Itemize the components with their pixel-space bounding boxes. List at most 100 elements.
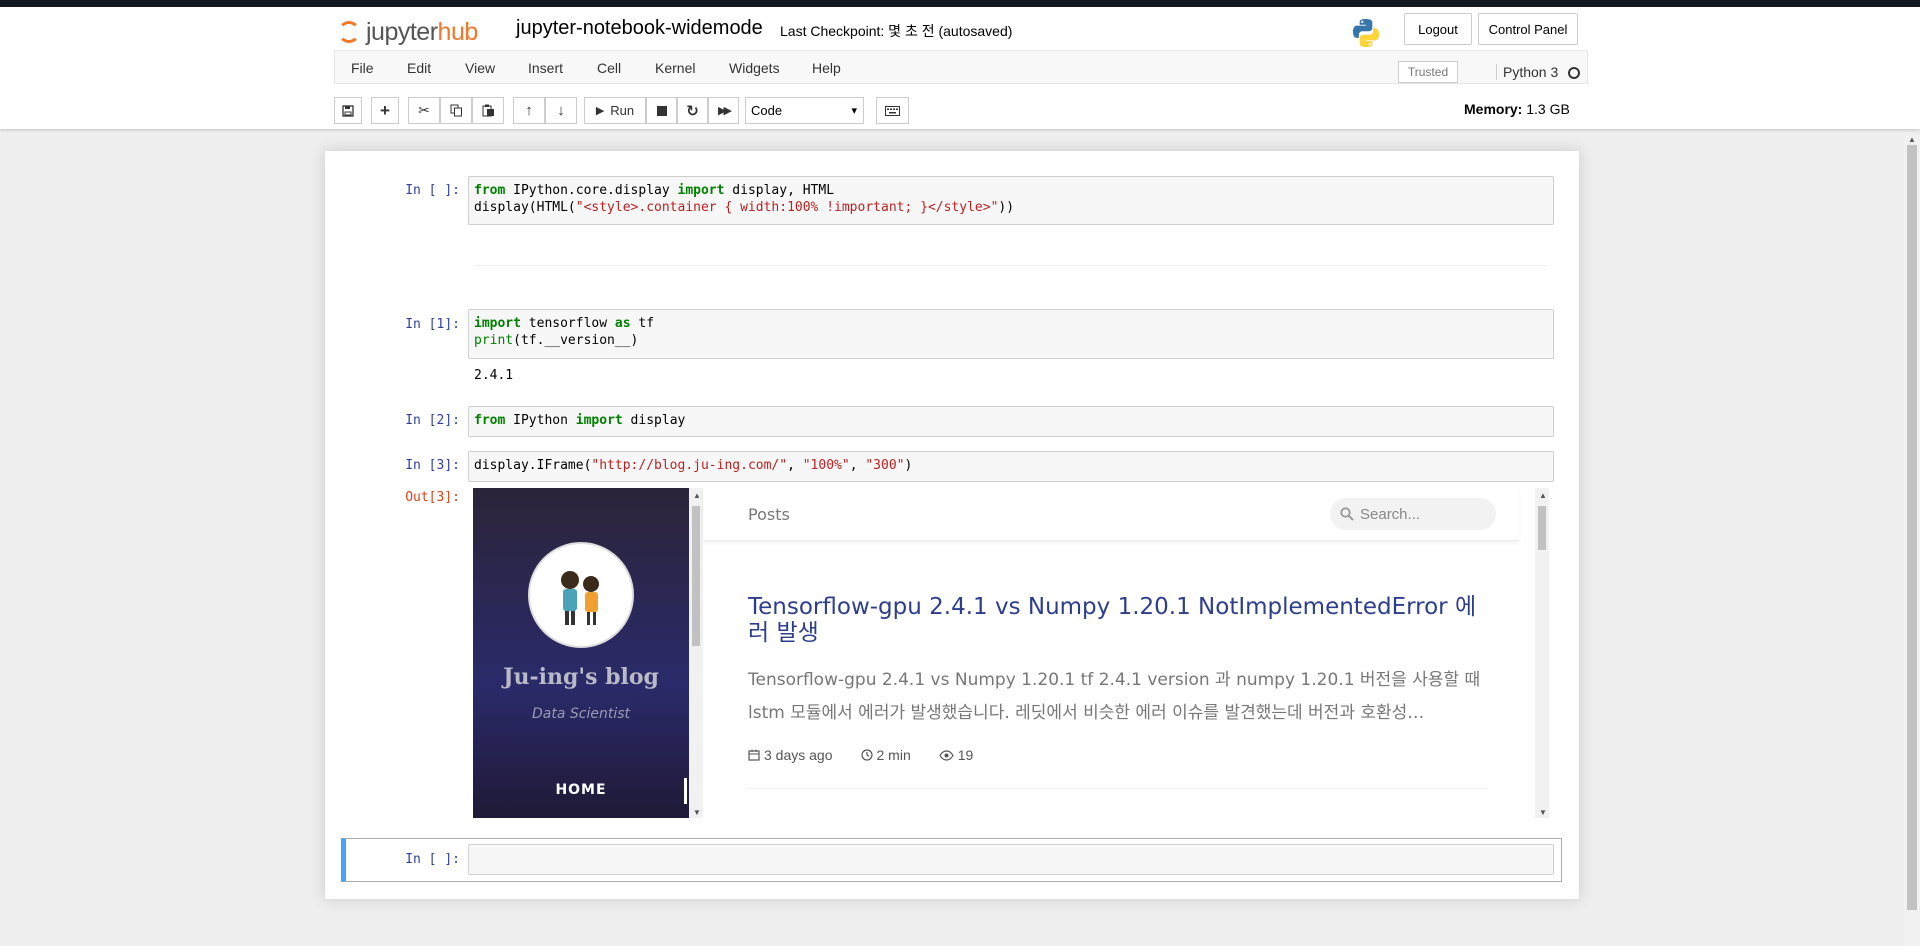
blog-nav-home[interactable]: HOME [473,782,689,798]
code-token: as [614,316,631,331]
scroll-up-icon[interactable]: ▲ [1539,491,1547,500]
code-token: "100%" [802,458,850,473]
interrupt-button[interactable] [646,97,677,124]
posts-label: Posts [748,505,790,524]
code-token: "300" [865,458,905,473]
command-palette-button[interactable] [876,97,909,124]
code-cell-input[interactable]: import tensorflow as tf print(tf.__versi… [468,309,1554,359]
code-cell-input[interactable] [468,844,1554,875]
page-scrollbar-thumb[interactable] [1907,145,1917,910]
chevron-down-icon: ▾ [851,105,857,117]
code-cell-input[interactable]: display.IFrame("http://blog.ju-ing.com/"… [468,451,1554,482]
menu-cell[interactable]: Cell [597,60,621,76]
code-token: )) [998,200,1015,215]
scroll-down-icon[interactable]: ▼ [1539,808,1547,817]
menu-widgets[interactable]: Widgets [729,60,780,76]
search-placeholder: Search... [1360,505,1421,523]
sidebar-scrollbar-thumb[interactable] [692,506,700,646]
input-prompt: In [ ]: [405,852,460,867]
code-token: from [474,413,506,428]
copy-button[interactable] [440,97,472,124]
python-logo-icon [1350,17,1382,52]
code-cell-input[interactable]: from IPython.core.display import display… [468,176,1554,225]
paste-icon [482,104,494,117]
input-prompt: In [ ]: [405,183,460,198]
blog-title[interactable]: Ju-ing's blog [473,664,689,690]
scissors-icon: ✂ [418,102,430,118]
code-token: from [474,183,506,198]
avatar [528,542,634,648]
menu-kernel[interactable]: Kernel [655,60,695,76]
save-icon [342,104,354,117]
post-views-text: 19 [957,747,974,763]
memory-usage: Memory: 1.3 GB [1464,101,1570,117]
eye-icon [939,749,954,761]
move-down-button[interactable]: ↓ [545,97,577,124]
insert-cell-button[interactable]: + [371,97,399,124]
code-token: display, HTML [724,183,835,198]
cell-type-select[interactable]: Code ▾ [745,97,864,124]
code-token: tf [630,316,655,331]
restart-run-all-button[interactable]: ▶▶ [708,97,739,124]
code-cell-input[interactable]: from IPython import display [468,406,1554,437]
code-token: print [474,333,514,348]
code-token: "http://blog.ju-ing.com/" [591,458,788,473]
fast-forward-icon: ▶▶ [718,105,732,117]
notebook-name[interactable]: jupyter-notebook-widemode [516,17,763,40]
jupyterhub-logo[interactable]: jupyter hub [338,14,478,50]
kernel-idle-icon [1568,67,1580,79]
code-token: , [787,458,803,473]
scroll-up-icon[interactable]: ▲ [693,491,701,500]
menu-insert[interactable]: Insert [528,60,563,76]
memory-label: Memory: [1464,101,1523,117]
code-token: "<style>.container { width:100% !importa… [575,200,999,215]
move-up-button[interactable]: ↑ [513,97,545,124]
code-token: display [622,413,686,428]
post-read-time-text: 2 min [876,747,911,763]
restart-icon: ↻ [686,102,699,120]
code-token: display.IFrame( [474,458,592,473]
cut-button[interactable]: ✂ [408,97,440,124]
post-title-link[interactable]: Tensorflow-gpu 2.4.1 vs Numpy 1.20.1 Not… [748,594,1488,646]
trusted-indicator[interactable]: Trusted [1398,61,1458,83]
restart-button[interactable]: ↻ [677,97,708,124]
iframe-scrollbar-thumb[interactable] [1538,506,1546,550]
arrow-down-icon: ↓ [557,102,565,119]
code-token: (tf.__version__) [513,333,639,348]
memory-value: 1.3 GB [1526,101,1570,117]
code-token: IPython.core.display [505,183,678,198]
run-button[interactable]: ▶ Run [584,97,646,124]
input-prompt: In [2]: [405,413,460,428]
keyboard-icon [885,105,900,116]
blog-main: Posts Search... Tensorflow-gpu 2.4.1 vs … [703,488,1549,818]
blog-sidebar: Ju-ing's blog Data Scientist HOME [473,488,689,818]
scroll-up-icon[interactable]: ▲ [1908,135,1916,144]
code-token: import [677,183,725,198]
calendar-icon [748,749,760,761]
control-panel-button[interactable]: Control Panel [1478,13,1578,45]
code-token: display(HTML( [474,200,576,215]
menu-edit[interactable]: Edit [407,60,431,76]
blog-subtitle: Data Scientist [532,706,630,722]
post-views: 19 [939,747,974,763]
logout-button[interactable]: Logout [1404,13,1472,45]
code-token: import [474,316,521,331]
scroll-down-icon[interactable]: ▼ [693,808,701,817]
embedded-iframe[interactable]: Ju-ing's blog Data Scientist HOME ▲ ▼ Po… [473,488,1549,818]
active-nav-indicator [684,778,687,804]
paste-button[interactable] [472,97,504,124]
menu-help[interactable]: Help [812,60,841,76]
posts-header: Posts Search... [703,488,1519,541]
arrow-up-icon: ↑ [525,102,533,119]
plus-icon: + [380,100,390,120]
cell-output-text: 2.4.1 [474,368,514,383]
post-date-text: 3 days ago [764,747,833,763]
window-top-strip [0,0,1920,7]
post-date: 3 days ago [748,747,833,763]
copy-icon [450,104,462,117]
menu-file[interactable]: File [351,60,374,76]
search-input[interactable]: Search... [1330,498,1496,530]
output-separator [474,265,1548,266]
menu-view[interactable]: View [465,60,495,76]
save-button[interactable] [334,97,362,124]
